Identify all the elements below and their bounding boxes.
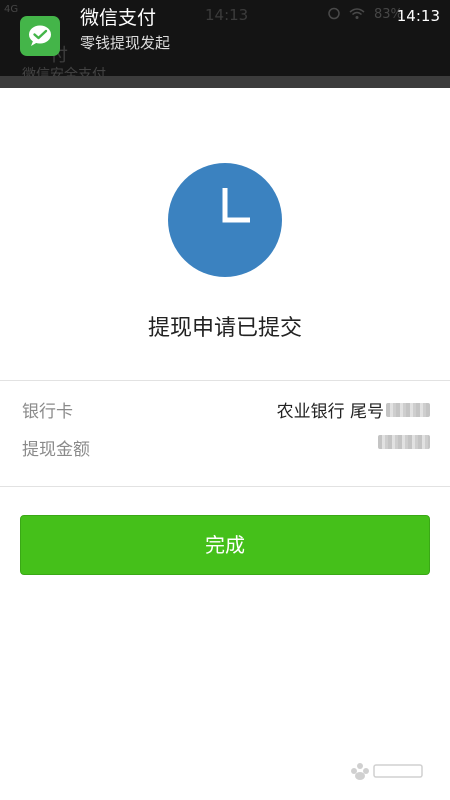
- detail-row-bank-card: 银行卡 农业银行 尾号: [22, 395, 430, 425]
- clock-icon: [168, 163, 282, 277]
- notification-time: 14:13: [396, 7, 440, 25]
- bank-card-value: 农业银行 尾号: [277, 397, 430, 422]
- status-icons: [327, 6, 365, 20]
- redacted-amount: [378, 435, 430, 449]
- withdraw-details: 银行卡 农业银行 尾号 提现金额: [0, 380, 450, 487]
- amount-value: [376, 435, 430, 449]
- wifi-icon: [349, 7, 365, 19]
- detail-row-amount: 提现金额: [22, 433, 430, 463]
- network-indicator: 4G: [4, 4, 19, 15]
- notification-message: 零钱提现发起: [80, 34, 171, 52]
- done-button[interactable]: 完成: [20, 515, 430, 575]
- status-time: 14:13: [205, 6, 249, 24]
- bank-card-text: 农业银行 尾号: [276, 402, 384, 422]
- result-title: 提现申请已提交: [147, 316, 302, 341]
- redacted-card-number: [386, 402, 430, 417]
- amount-label: 提现金额: [22, 440, 90, 460]
- header-divider: [0, 76, 450, 88]
- alarm-icon: [328, 7, 340, 20]
- withdraw-result-page: 提现申请已提交 银行卡 农业银行 尾号 提现金额 完成: [0, 88, 450, 800]
- notification-banner[interactable]: 4G 付 微信安全支付 14:13 83% 微信支付 零钱提现发起 14:13: [0, 0, 450, 88]
- watermark-logo: [351, 763, 423, 780]
- bank-card-label: 银行卡: [22, 402, 73, 422]
- wechat-logo-icon: [20, 16, 60, 56]
- notification-title: 微信支付: [80, 7, 157, 29]
